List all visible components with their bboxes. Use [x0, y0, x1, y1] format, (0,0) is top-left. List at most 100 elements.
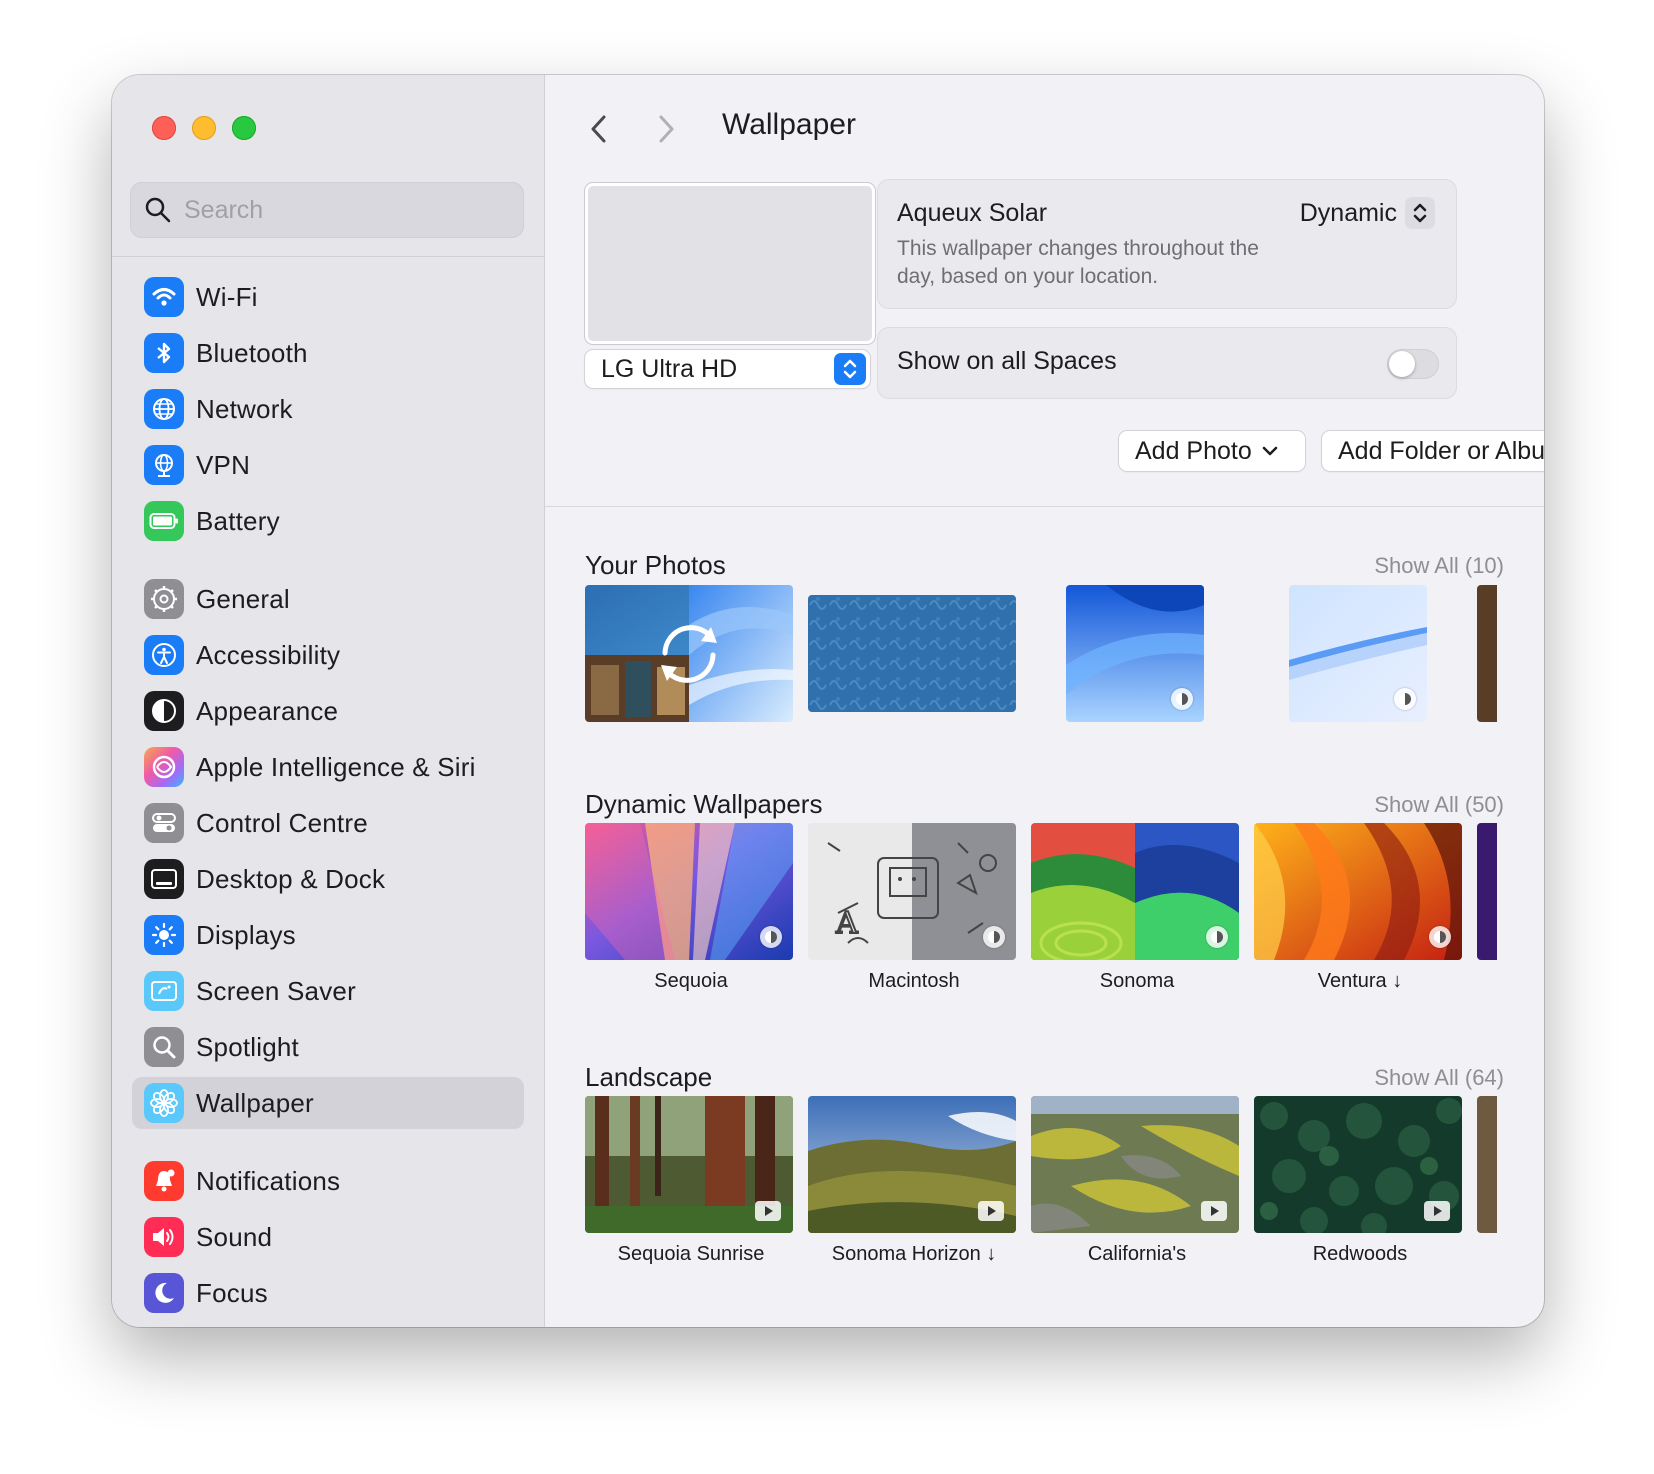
sidebar-item-apple-intelligence-siri[interactable]: Apple Intelligence & Siri — [132, 741, 524, 793]
spaces-toggle[interactable] — [1387, 349, 1439, 379]
vpn-globe-icon — [144, 445, 184, 485]
sidebar-item-screen-saver[interactable]: Screen Saver — [132, 965, 524, 1017]
display-select-value: LG Ultra HD — [601, 354, 738, 383]
sidebar: Wi-Fi Bluetooth Network VPN Battery General Ac… — [112, 75, 545, 1327]
sidebar-item-sound[interactable]: Sound — [132, 1211, 524, 1263]
show-all-link[interactable]: Show All (50) — [1374, 792, 1504, 818]
wallpaper-thumbnail-partial[interactable] — [1477, 1096, 1497, 1233]
desktop-dock-icon — [144, 859, 184, 899]
moon-icon — [144, 1273, 184, 1313]
wallpaper-preview — [585, 183, 875, 344]
play-icon — [1201, 1201, 1227, 1221]
sidebar-divider — [112, 256, 544, 257]
add-folder-button[interactable]: Add Folder or Album — [1322, 431, 1544, 471]
speaker-icon — [144, 1217, 184, 1257]
zoom-window-button[interactable] — [232, 116, 256, 140]
wallpaper-label: Redwoods — [1312, 1243, 1408, 1265]
back-icon[interactable] — [587, 113, 611, 145]
accessibility-icon — [144, 635, 184, 675]
section-title: Landscape — [585, 1062, 713, 1092]
sidebar-item-label: Screen Saver — [196, 975, 356, 1006]
search-icon — [145, 197, 171, 223]
wallpaper-thumbnail-sequoia[interactable] — [585, 823, 793, 960]
sidebar-item-accessibility[interactable]: Accessibility — [132, 629, 524, 681]
sidebar-item-label: Appearance — [196, 695, 339, 726]
sidebar-item-label: Wi-Fi — [196, 281, 258, 312]
bell-icon — [144, 1161, 184, 1201]
dynamic-icon — [1206, 926, 1228, 948]
dynamic-icon — [983, 926, 1005, 948]
sidebar-item-label: Accessibility — [196, 639, 341, 670]
sidebar-item-label: Battery — [196, 505, 280, 536]
wallpaper-label: Macintosh — [868, 970, 960, 992]
sidebar-item-label: Spotlight — [196, 1031, 299, 1062]
bluetooth-icon — [144, 333, 184, 373]
sidebar-item-desktop-dock[interactable]: Desktop & Dock — [132, 853, 524, 905]
sidebar-item-network[interactable]: Network — [132, 383, 524, 435]
sidebar-item-spotlight[interactable]: Spotlight — [132, 1021, 524, 1073]
sidebar-item-label: Desktop & Dock — [196, 863, 386, 894]
display-select[interactable]: LG Ultra HD — [585, 350, 870, 388]
wallpaper-thumbnail-pattern[interactable] — [808, 595, 1016, 712]
search-field[interactable] — [130, 182, 524, 238]
wallpaper-thumbnail-shuffle[interactable] — [585, 585, 793, 722]
wallpaper-thumbnail-blue-wave[interactable] — [1066, 585, 1204, 722]
add-photo-button[interactable]: Add Photo — [1119, 431, 1305, 471]
appearance-icon — [144, 691, 184, 731]
wallpaper-description: This wallpaper changes throughout the da… — [897, 237, 1259, 288]
sidebar-item-focus[interactable]: Focus — [132, 1267, 524, 1319]
mode-select-value: Dynamic — [1299, 198, 1397, 227]
sidebar-item-label: Bluetooth — [196, 337, 308, 368]
forward-icon[interactable] — [654, 113, 678, 145]
sidebar-item-wallpaper[interactable]: Wallpaper — [132, 1077, 524, 1129]
search-input[interactable] — [182, 194, 506, 226]
sidebar-item-battery[interactable]: Battery — [132, 495, 524, 547]
wallpaper-thumbnail-forest[interactable] — [585, 1096, 793, 1233]
wifi-icon — [144, 277, 184, 317]
sidebar-item-appearance[interactable]: Appearance — [132, 685, 524, 737]
sidebar-item-control-centre[interactable]: Control Centre — [132, 797, 524, 849]
sidebar-item-bluetooth[interactable]: Bluetooth — [132, 327, 524, 379]
wallpaper-thumbnail-aerial[interactable] — [1031, 1096, 1239, 1233]
show-all-link[interactable]: Show All (10) — [1374, 553, 1504, 579]
play-icon — [1424, 1201, 1450, 1221]
screen-saver-icon — [144, 971, 184, 1011]
wallpaper-thumbnail-ventura[interactable] — [1254, 823, 1462, 960]
settings-window: Wi-Fi Bluetooth Network VPN Battery General Ac… — [112, 75, 1544, 1327]
wallpaper-thumbnail-sonoma[interactable] — [1031, 823, 1239, 960]
dynamic-icon — [1394, 688, 1416, 710]
wallpaper-thumbnail-partial[interactable] — [1477, 585, 1497, 722]
sidebar-item-label: Apple Intelligence & Siri — [196, 751, 476, 782]
settings-list: Wi-Fi Bluetooth Network VPN Battery General Ac… — [112, 271, 544, 1327]
wallpaper-label: Sonoma Horizon ↓ — [831, 1243, 997, 1265]
sidebar-item-displays[interactable]: Displays — [132, 909, 524, 961]
wallpaper-label: Sequoia Sunrise — [617, 1243, 765, 1265]
sidebar-item-label: Displays — [196, 919, 296, 950]
sidebar-item-label: Network — [196, 393, 293, 424]
wallpaper-label: Sequoia — [654, 970, 728, 992]
wallpaper-label: California's — [1087, 1243, 1187, 1265]
sidebar-item-general[interactable]: General — [132, 573, 524, 625]
main-pane: Wallpaper LG Ultra HD Aqueux Solar This … — [545, 75, 1544, 1327]
mode-select[interactable]: Dynamic — [1300, 197, 1435, 229]
sidebar-group: Notifications Sound Focus — [112, 1155, 544, 1319]
wallpaper-thumbnail-hills[interactable] — [808, 1096, 1016, 1233]
wallpaper-label: Ventura ↓ — [1317, 970, 1403, 992]
spaces-label: Show on all Spaces — [897, 347, 1117, 375]
sidebar-item-label: Wallpaper — [196, 1087, 314, 1118]
wallpaper-label: Sonoma — [1099, 970, 1175, 992]
window-controls — [152, 116, 256, 140]
close-window-button[interactable] — [152, 116, 176, 140]
wallpaper-thumbnail-trees[interactable] — [1254, 1096, 1462, 1233]
wallpaper-thumbnail-macintosh[interactable]: A — [808, 823, 1016, 960]
sidebar-item-vpn[interactable]: VPN — [132, 439, 524, 491]
header-divider — [545, 506, 1544, 507]
minimize-window-button[interactable] — [192, 116, 216, 140]
show-all-link[interactable]: Show All (64) — [1374, 1065, 1504, 1091]
sidebar-item-wi-fi[interactable]: Wi-Fi — [132, 271, 524, 323]
mode-stepper-icon — [1405, 197, 1435, 229]
sidebar-item-notifications[interactable]: Notifications — [132, 1155, 524, 1207]
spaces-panel: Show on all Spaces — [877, 327, 1457, 399]
wallpaper-thumbnail-pale-wave[interactable] — [1289, 585, 1427, 722]
wallpaper-thumbnail-partial[interactable] — [1477, 823, 1497, 960]
